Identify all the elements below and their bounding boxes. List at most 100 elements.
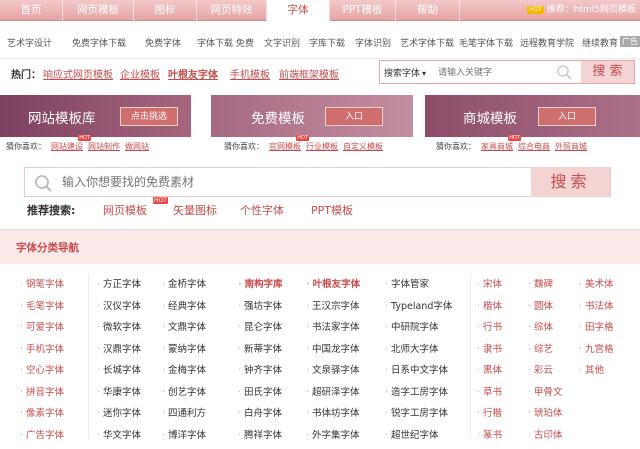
font-category-link[interactable]: 超研泽字体: [306, 384, 360, 398]
tab-icons[interactable]: 图标: [134, 0, 197, 21]
font-category-link[interactable]: 美术体: [579, 276, 614, 290]
hot-link[interactable]: 叶根友字体: [168, 66, 218, 81]
font-category-link[interactable]: 古印体: [528, 427, 563, 441]
font-category-link[interactable]: 金梅字体: [162, 362, 206, 376]
tab-help[interactable]: 帮助: [396, 0, 460, 21]
font-category-link[interactable]: 琥珀体: [528, 405, 563, 419]
font-category-link[interactable]: 魏碑: [528, 276, 553, 290]
font-category-link[interactable]: 中研院字体: [385, 319, 439, 333]
font-category-link[interactable]: 迷你字体: [97, 405, 141, 419]
recommend-link[interactable]: 网页模板: [103, 202, 147, 218]
font-category-link[interactable]: 南构字库: [238, 276, 283, 290]
font-category-link[interactable]: 综艺: [528, 341, 553, 355]
tab-fonts[interactable]: 字体: [267, 0, 330, 22]
hot-link[interactable]: 企业模板: [120, 66, 160, 81]
font-category-link[interactable]: Typeland字体: [385, 298, 452, 312]
font-category-link[interactable]: 田氏字体: [238, 384, 282, 398]
font-category-link[interactable]: 可爱字体: [20, 319, 64, 333]
font-category-link[interactable]: 行书: [477, 319, 502, 333]
font-category-link[interactable]: 空心字体: [20, 362, 64, 376]
font-category-link[interactable]: 博洋字体: [162, 427, 206, 441]
subnav-item[interactable]: 字体识别: [355, 36, 391, 49]
font-category-link[interactable]: 钢笔字体: [20, 276, 64, 290]
guess-link[interactable]: 家具商城 HOT: [481, 135, 521, 151]
tab-home[interactable]: 首页: [0, 0, 63, 21]
font-category-link[interactable]: 田字格: [579, 319, 614, 333]
recommend-link[interactable]: PPT模板: [311, 202, 353, 218]
font-category-link[interactable]: 王汉宗字体: [306, 298, 360, 312]
font-category-link[interactable]: 其他: [579, 362, 604, 376]
font-category-link[interactable]: 外字集字体: [306, 427, 360, 441]
font-category-link[interactable]: 方正字体: [97, 276, 141, 290]
font-category-link[interactable]: 华文字体: [97, 427, 141, 441]
font-category-link[interactable]: 腾祥字体: [238, 427, 282, 441]
font-category-link[interactable]: 造字工房字体: [385, 384, 448, 398]
subnav-item[interactable]: 毛笔字体下载: [459, 36, 513, 49]
font-category-link[interactable]: 手机字体: [20, 341, 64, 355]
font-category-link[interactable]: 圆体: [528, 298, 553, 312]
guess-link[interactable]: 综合电商: [518, 142, 550, 151]
subnav-item[interactable]: 继续教育: [582, 36, 618, 49]
font-category-link[interactable]: 超世纪字体: [385, 427, 439, 441]
font-category-link[interactable]: 书法家字体: [306, 319, 360, 333]
font-category-link[interactable]: 字体管家: [385, 276, 429, 290]
font-category-link[interactable]: 北师大字体: [385, 341, 439, 355]
search-input[interactable]: [438, 63, 568, 81]
subnav-item[interactable]: 文字识别: [264, 36, 300, 49]
guess-link[interactable]: 官网模板 HOT: [269, 135, 309, 151]
tab-ppt-templates[interactable]: PPT模板: [330, 0, 396, 21]
subnav-item[interactable]: 免费字体: [145, 36, 181, 49]
font-category-link[interactable]: 金桥字体: [162, 276, 206, 290]
font-category-link[interactable]: 锐字工房字体: [385, 405, 448, 419]
font-category-link[interactable]: 广告字体: [20, 427, 64, 441]
subnav-item[interactable]: 字库下载: [309, 36, 345, 49]
font-category-link[interactable]: 叶根友字体: [306, 276, 361, 290]
subnav-item[interactable]: 艺术字体下载: [400, 36, 454, 49]
banner-enter-button[interactable]: 入口: [325, 107, 383, 126]
subnav-item[interactable]: 免费字体下载: [72, 36, 126, 49]
font-category-link[interactable]: 彩云: [528, 362, 553, 376]
font-category-link[interactable]: 蒙纳字体: [162, 341, 206, 355]
font-category-link[interactable]: 书体坊字体: [306, 405, 360, 419]
search-type-select[interactable]: 搜索字体: [384, 66, 426, 79]
font-category-link[interactable]: 微软字体: [97, 319, 141, 333]
font-category-link[interactable]: 汉鼎字体: [97, 341, 141, 355]
main-search-input[interactable]: [62, 173, 462, 191]
font-category-link[interactable]: 九宫格: [579, 341, 614, 355]
banner-free-templates[interactable]: 免费模板 入口: [211, 95, 413, 137]
font-category-link[interactable]: 毛笔字体: [20, 298, 64, 312]
font-category-link[interactable]: 四通利方: [162, 405, 206, 419]
font-category-link[interactable]: 昆仑字体: [238, 319, 282, 333]
font-category-link[interactable]: 文泉驿字体: [306, 362, 360, 376]
guess-link[interactable]: 行业模板: [306, 142, 338, 151]
guess-link[interactable]: 做网站: [125, 142, 149, 151]
font-category-link[interactable]: 甲骨文: [528, 384, 563, 398]
guess-link[interactable]: 网站建设 HOT: [51, 135, 91, 151]
font-category-link[interactable]: 篆书: [477, 427, 502, 441]
main-search-button[interactable]: 搜索: [531, 167, 610, 197]
font-category-link[interactable]: 强坊字体: [238, 298, 282, 312]
guess-link[interactable]: 外贸商城: [555, 142, 587, 151]
guess-link[interactable]: 网站制作: [88, 142, 120, 151]
tab-web-effects[interactable]: 网页特效: [197, 0, 267, 21]
recommend-link[interactable]: 矢量图标: [173, 202, 217, 218]
font-category-link[interactable]: 钟齐字体: [238, 362, 282, 376]
font-category-link[interactable]: 楷体: [477, 298, 502, 312]
font-category-link[interactable]: 综体: [528, 319, 553, 333]
font-category-link[interactable]: 行楷: [477, 405, 502, 419]
hot-link[interactable]: 响应式网页模板: [43, 66, 113, 81]
recommend-link[interactable]: 个性字体: [240, 202, 284, 218]
font-category-link[interactable]: 像素字体: [20, 405, 64, 419]
banner-pick-button[interactable]: 点击挑选: [120, 107, 178, 126]
banner-website-templates[interactable]: 网站模板库 点击挑选: [0, 95, 191, 137]
banner-enter-button[interactable]: 入口: [538, 107, 596, 126]
top-recommend-link[interactable]: HOT 推荐：html5网页模板: [526, 0, 636, 21]
font-category-link[interactable]: 日系中文字体: [385, 362, 448, 376]
font-category-link[interactable]: 拼音字体: [20, 384, 64, 398]
hot-link[interactable]: 前端框架模板: [279, 66, 339, 81]
banner-mall-templates[interactable]: 商城模板 入口: [425, 95, 640, 137]
hot-link[interactable]: 手机模板: [230, 66, 270, 81]
font-category-link[interactable]: 经典字体: [162, 298, 206, 312]
font-category-link[interactable]: 草书: [477, 384, 502, 398]
subnav-item[interactable]: 艺术字设计: [7, 36, 52, 49]
